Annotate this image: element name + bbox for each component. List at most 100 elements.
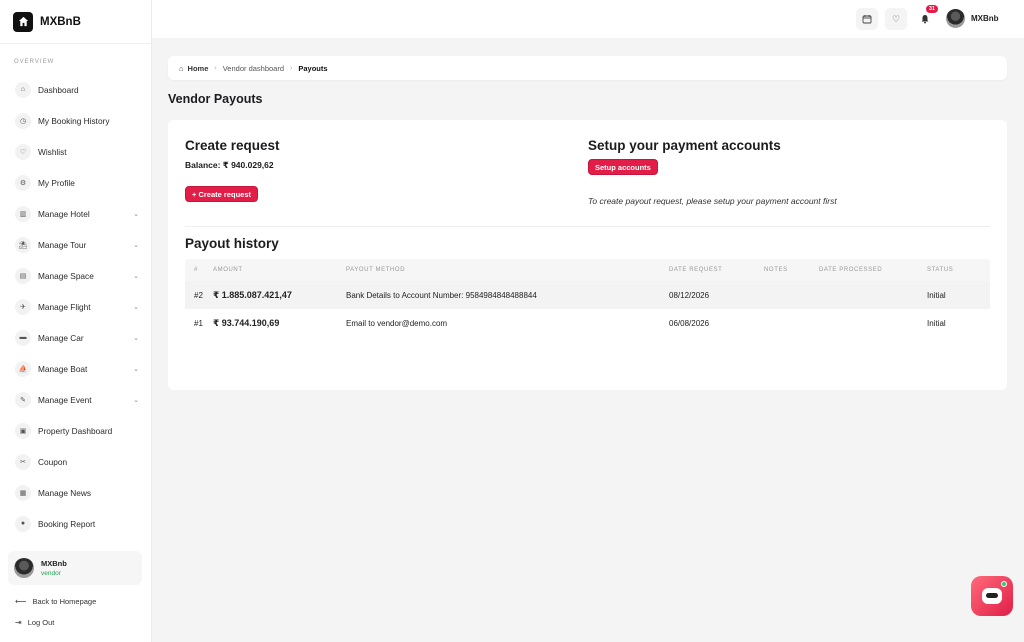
chat-assistant-button[interactable]: [971, 576, 1013, 616]
sidebar-item-coupon[interactable]: ✂ Coupon: [0, 446, 151, 477]
cell-date: 06/08/2026: [669, 318, 710, 328]
payouts-card: Create request Balance: ₹ 940.029,62 + C…: [168, 120, 1007, 390]
sidebar-item-label: My Booking History: [38, 115, 110, 126]
home-small-icon: ⌂: [179, 63, 184, 73]
divider: [185, 226, 990, 227]
chevron-down-icon[interactable]: ⌄: [133, 396, 139, 404]
column-header: NOTES: [764, 267, 788, 273]
sidebar-item-property-dashboard[interactable]: ▣ Property Dashboard: [0, 415, 151, 446]
notifications-button[interactable]: 31: [914, 5, 938, 30]
online-status-dot: [1001, 581, 1007, 587]
payout-history-table: # AMOUNT PAYOUT METHOD DATE REQUEST NOTES DAT…: [185, 259, 990, 337]
cell-method: Bank Details to Account Number: 95849848…: [346, 290, 537, 300]
clock-icon: ◷: [15, 112, 31, 129]
top-user-name[interactable]: MXBnb: [971, 14, 999, 23]
clipboard-icon: ▣: [15, 422, 31, 439]
column-header: DATE PROCESSED: [819, 267, 883, 273]
chevron-down-icon[interactable]: ⌄: [133, 365, 139, 373]
top-avatar[interactable]: [946, 9, 965, 28]
sidebar-item-label: My Profile: [38, 177, 75, 188]
boat-icon: ⛵: [15, 360, 31, 377]
sidebar-item-manage-tour[interactable]: ⛱ Manage Tour ⌄: [0, 229, 151, 260]
sidebar-item-manage-event[interactable]: ✎ Manage Event ⌄: [0, 384, 151, 415]
balance-text: Balance: ₹ 940.029,62: [185, 160, 274, 170]
back-to-homepage-link[interactable]: ⟵ Back to Homepage: [15, 597, 96, 606]
sidebar-item-label: Wishlist: [38, 146, 67, 157]
back-to-homepage-label: Back to Homepage: [32, 597, 97, 606]
cell-amount: ₹ 1.885.087.421,47: [213, 289, 292, 300]
sidebar-item-label: Booking Report: [38, 518, 96, 529]
breadcrumb-current: Payouts: [298, 63, 328, 73]
chevron-down-icon[interactable]: ⌄: [133, 241, 139, 249]
column-header: AMOUNT: [213, 267, 243, 273]
sidebar-item-manage-boat[interactable]: ⛵ Manage Boat ⌄: [0, 353, 151, 384]
sidebar-item-label: Coupon: [38, 456, 68, 467]
table-row[interactable]: #1 ₹ 93.744.190,69 Email to vendor@demo.co…: [185, 309, 990, 337]
calendar-button[interactable]: [856, 8, 878, 30]
sidebar-item-my-profile[interactable]: ⚙ My Profile: [0, 167, 151, 198]
column-header: #: [194, 267, 198, 273]
sidebar-item-label: Manage Flight: [38, 301, 91, 312]
building-icon: ▥: [15, 205, 31, 222]
sidebar-item-booking-report[interactable]: ● Booking Report: [0, 508, 151, 539]
user-card[interactable]: MXBnb vendor: [8, 551, 142, 585]
column-header: STATUS: [927, 267, 954, 273]
sidebar: MXBnB OVERVIEW ⌂ Dashboard ◷ My Booking His…: [0, 0, 152, 642]
sidebar-item-manage-car[interactable]: ▬ Manage Car ⌄: [0, 322, 151, 353]
brand[interactable]: MXBnB: [0, 0, 151, 44]
plane-icon: ✈: [15, 298, 31, 315]
home-icon: ⌂: [15, 81, 31, 98]
cell-status: Initial: [927, 290, 946, 300]
calendar-icon: [862, 15, 872, 24]
sidebar-item-my-booking-history[interactable]: ◷ My Booking History: [0, 105, 151, 136]
sidebar-item-manage-space[interactable]: ▤ Manage Space ⌄: [0, 260, 151, 291]
user-role: vendor: [41, 570, 61, 577]
settings-icon: ⚙: [15, 174, 31, 191]
wishlist-button[interactable]: ♡: [885, 8, 907, 30]
chevron-down-icon[interactable]: ⌄: [133, 334, 139, 342]
cell-date: 08/12/2026: [669, 290, 710, 300]
payout-history-title: Payout history: [185, 236, 279, 251]
avatar: [14, 558, 34, 578]
sidebar-item-label: Manage Tour: [38, 239, 87, 250]
breadcrumb-home[interactable]: Home: [188, 64, 209, 73]
cell-id: #1: [194, 318, 203, 328]
tour-icon: ⛱: [15, 236, 31, 253]
ticket-icon: ✎: [15, 391, 31, 408]
sidebar-item-label: Property Dashboard: [38, 425, 113, 436]
sidebar-item-label: Manage Space: [38, 270, 94, 281]
table-body: #2 ₹ 1.885.087.421,47 Bank Details to Acco…: [185, 281, 990, 337]
cell-id: #2: [194, 290, 203, 300]
car-icon: ▬: [15, 329, 31, 346]
create-request-title: Create request: [185, 138, 280, 153]
breadcrumb-vendor-dashboard[interactable]: Vendor dashboard: [223, 64, 284, 73]
user-meta: MXBnb vendor: [41, 559, 67, 577]
breadcrumb-separator-icon: ›: [214, 64, 217, 72]
sidebar-item-manage-hotel[interactable]: ▥ Manage Hotel ⌄: [0, 198, 151, 229]
table-header: # AMOUNT PAYOUT METHOD DATE REQUEST NOTES DAT…: [185, 259, 990, 281]
sidebar-item-manage-flight[interactable]: ✈ Manage Flight ⌄: [0, 291, 151, 322]
create-request-button[interactable]: + Create request: [185, 186, 258, 202]
chevron-down-icon[interactable]: ⌄: [133, 210, 139, 218]
user-name: MXBnb: [41, 559, 67, 568]
sidebar-nav: ⌂ Dashboard ◷ My Booking History ♡ Wishlist ⚙ M…: [0, 74, 151, 539]
table-row[interactable]: #2 ₹ 1.885.087.421,47 Bank Details to Acco…: [185, 281, 990, 309]
sidebar-item-label: Dashboard: [38, 84, 79, 95]
heart-icon: ♡: [891, 13, 901, 24]
chevron-down-icon[interactable]: ⌄: [133, 303, 139, 311]
logout-link[interactable]: ⇥ Log Out: [15, 618, 54, 627]
breadcrumb: ⌂ Home › Vendor dashboard › Payouts: [168, 56, 1007, 80]
chevron-down-icon[interactable]: ⌄: [133, 272, 139, 280]
sidebar-item-dashboard[interactable]: ⌂ Dashboard: [0, 74, 151, 105]
robot-icon: [982, 588, 1002, 604]
sidebar-item-label: Manage Event: [38, 394, 92, 405]
sidebar-item-label: Manage Boat: [38, 363, 88, 374]
section-label-overview: OVERVIEW: [14, 59, 55, 65]
sidebar-item-wishlist[interactable]: ♡ Wishlist: [0, 136, 151, 167]
cell-amount: ₹ 93.744.190,69: [213, 317, 280, 328]
sidebar-item-manage-news[interactable]: ▦ Manage News: [0, 477, 151, 508]
sidebar-item-label: Manage News: [38, 487, 92, 498]
column-header: PAYOUT METHOD: [346, 267, 406, 273]
setup-accounts-button[interactable]: Setup accounts: [588, 159, 658, 175]
logout-label: Log Out: [27, 618, 55, 627]
